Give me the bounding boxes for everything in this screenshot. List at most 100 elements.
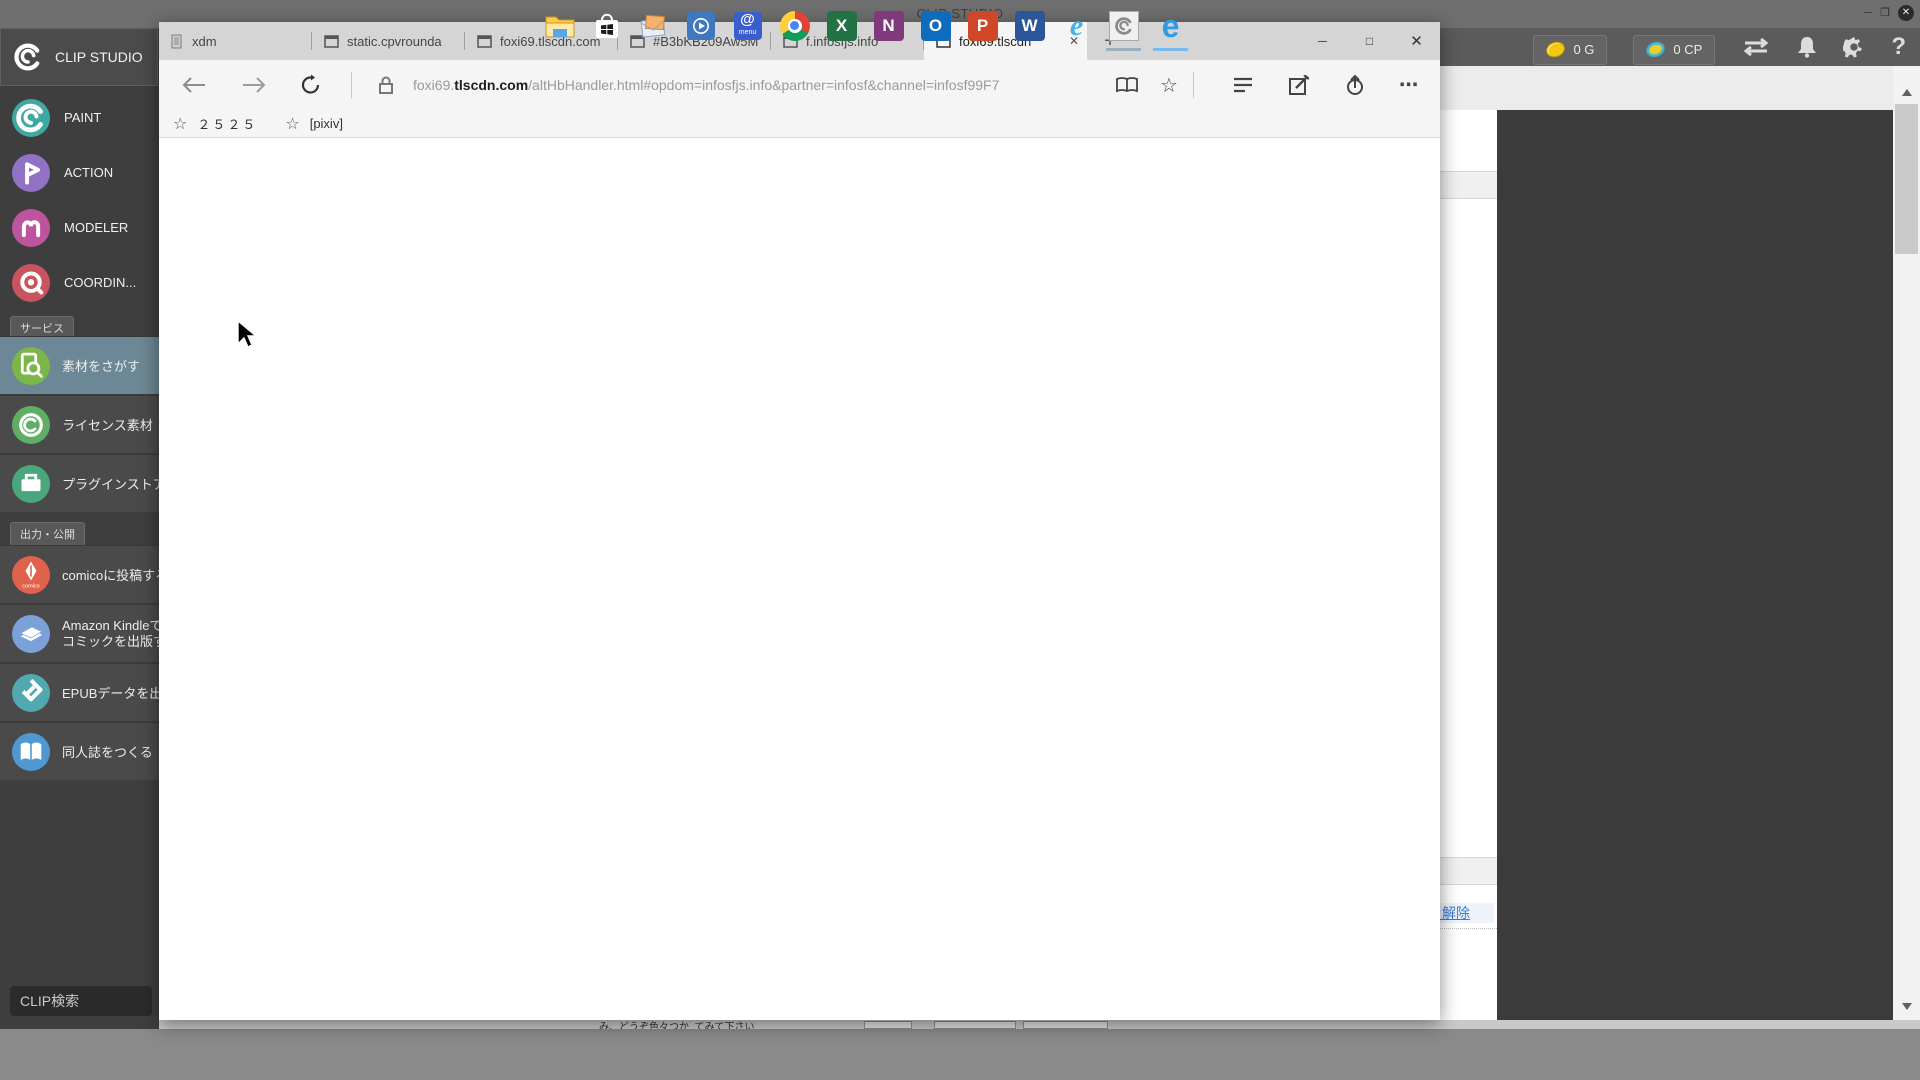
taskbar-onenote[interactable]: N — [865, 0, 912, 51]
gold-coin-icon — [1544, 39, 1568, 60]
address-bar[interactable]: foxi69. tlscdn.com/altHbHandler.html#opdo… — [413, 60, 1113, 110]
gold-balance-badge[interactable]: 0 G — [1533, 34, 1608, 65]
dotted-divider — [1440, 928, 1497, 929]
powerpoint-glyph: P — [976, 15, 989, 35]
web-note-icon[interactable] — [1277, 60, 1321, 110]
sidebar-item-comico[interactable]: comico comicoに投稿する — [0, 545, 160, 603]
plugin-store-icon — [12, 464, 50, 503]
taskbar-movies-tv[interactable] — [677, 0, 724, 51]
sidebar-item-search-materials[interactable]: 素材をさがす — [0, 336, 160, 394]
sidebar-item-label: ライセンス素材 — [62, 418, 153, 433]
outlook-glyph: O — [928, 15, 943, 35]
occluded-button[interactable] — [934, 1021, 1016, 1029]
cp-balance-label: 0 CP — [1673, 42, 1703, 57]
taskbar-excel[interactable]: X — [818, 0, 865, 51]
occluded-button[interactable] — [1023, 1021, 1108, 1029]
taskbar-outlook[interactable]: O — [912, 0, 959, 51]
scroll-up-button[interactable] — [1893, 80, 1920, 104]
sidebar-item-action[interactable]: ACTION — [0, 145, 160, 200]
window-favicon — [324, 34, 339, 48]
screen: CLIP STUDIO ─ ❐ ✕ 0 G 0 CP ? CLIP STUDIO… — [0, 0, 1920, 1080]
paint-icon — [12, 98, 50, 137]
taskbar-clip-studio[interactable] — [1100, 0, 1147, 51]
onenote-glyph: N — [882, 15, 895, 35]
share-icon[interactable] — [1333, 60, 1377, 110]
notification-bell-icon[interactable] — [1797, 36, 1817, 58]
sidebar-item-epub[interactable]: EPUBデータを出力する — [0, 663, 160, 721]
refresh-button[interactable] — [291, 60, 331, 110]
forward-button[interactable] — [231, 60, 277, 110]
store-bag-icon — [595, 13, 618, 38]
tab-xdm[interactable]: xdm — [159, 22, 312, 60]
tab-static-cpvrounda[interactable]: static.cpvrounda — [312, 22, 465, 60]
taskbar-powerpoint[interactable]: P — [959, 0, 1006, 51]
url-domain: tlscdn.com — [454, 77, 529, 93]
sidebar-item-coordinate[interactable]: COORDIN... — [0, 255, 160, 310]
scroll-down-button[interactable] — [1893, 994, 1920, 1018]
sidebar-item-plugin-store[interactable]: プラグインストア — [0, 454, 160, 512]
clip-studio-logo-icon — [11, 40, 45, 74]
sidebar-item-kindle[interactable]: Amazon Kindleで コミックを出版する — [0, 604, 160, 662]
ie-glyph: e — [1069, 8, 1084, 42]
occluded-button[interactable] — [864, 1021, 912, 1029]
app-close-button[interactable]: ✕ — [1898, 5, 1914, 21]
cp-balance-badge[interactable]: 0 CP — [1633, 34, 1716, 65]
svg-text:comico: comico — [22, 583, 40, 589]
more-actions-icon[interactable]: ⋯ — [1387, 60, 1431, 110]
favorite-item-2525[interactable]: ２５２５ — [197, 114, 257, 133]
settings-gear-icon[interactable] — [1843, 36, 1865, 58]
clip-search-input[interactable]: CLIP検索 — [10, 986, 152, 1016]
coordinate-icon — [12, 263, 50, 302]
folder-icon — [545, 16, 574, 37]
help-icon[interactable]: ? — [1891, 33, 1906, 61]
favorite-item-pixiv[interactable]: [pixiv] — [310, 116, 343, 131]
section-tag-publish: 出力・公開 — [10, 522, 85, 546]
sync-swap-icon[interactable] — [1741, 38, 1771, 56]
taskbar-atmenu-app[interactable]: @ menu — [724, 0, 771, 51]
favorite-star-icon[interactable]: ☆ — [1149, 60, 1189, 110]
panel-header-band — [1440, 171, 1497, 199]
sidebar-item-doujinshi[interactable]: 同人誌をつくる — [0, 722, 160, 780]
scroll-thumb[interactable] — [1895, 104, 1918, 254]
sidebar-logo-label: CLIP STUDIO — [55, 49, 143, 65]
occluded-dialog-text: み、どうぞ色々つか..てみて下さい — [599, 1022, 755, 1029]
taskbar-mail[interactable] — [630, 0, 677, 51]
play-icon — [692, 17, 709, 34]
app-minimize-button[interactable]: ─ — [1864, 5, 1872, 21]
open-book-icon — [12, 732, 50, 771]
sidebar-item-label: MODELER — [64, 220, 129, 235]
taskbar-windows-store[interactable] — [583, 0, 630, 51]
back-button[interactable] — [171, 60, 217, 110]
taskbar-file-explorer[interactable] — [536, 0, 583, 51]
license-icon — [12, 405, 50, 444]
excel-glyph: X — [835, 15, 848, 35]
app-maximize-button[interactable]: ❐ — [1880, 5, 1890, 21]
taskbar-word[interactable]: W — [1006, 0, 1053, 51]
hub-icon[interactable] — [1221, 60, 1265, 110]
taskbar-internet-explorer[interactable]: e — [1053, 0, 1100, 51]
sidebar-item-modeler[interactable]: MODELER — [0, 200, 160, 255]
taskbar-chrome[interactable] — [771, 0, 818, 51]
lock-icon — [369, 60, 403, 110]
nav-separator — [1193, 72, 1194, 98]
edge-maximize-button[interactable]: □ — [1346, 22, 1393, 60]
sidebar-item-label: 素材をさがす — [62, 359, 141, 374]
sidebar: CLIP STUDIO PAINT ACTION MODELER COORDIN… — [0, 28, 160, 1029]
panel-header-band — [1440, 857, 1497, 885]
material-search-icon — [12, 346, 50, 385]
sidebar-item-license-materials[interactable]: ライセンス素材 — [0, 395, 160, 453]
page-content — [159, 138, 1440, 1020]
edge-close-button[interactable]: ✕ — [1393, 22, 1440, 60]
comico-icon: comico — [12, 555, 50, 594]
sidebar-item-paint[interactable]: PAINT — [0, 90, 160, 145]
sidebar-item-label: ACTION — [64, 165, 114, 180]
sidebar-clip-studio-home[interactable]: CLIP STUDIO — [0, 28, 158, 86]
app-vertical-scrollbar[interactable] — [1893, 66, 1920, 1029]
reading-view-icon[interactable] — [1107, 60, 1147, 110]
edge-minimize-button[interactable]: ─ — [1299, 22, 1346, 60]
cp-coin-icon — [1644, 39, 1668, 60]
action-icon — [12, 153, 50, 192]
mail-icon — [640, 14, 665, 38]
modeler-icon — [12, 208, 50, 247]
taskbar-edge[interactable]: e — [1147, 0, 1194, 51]
